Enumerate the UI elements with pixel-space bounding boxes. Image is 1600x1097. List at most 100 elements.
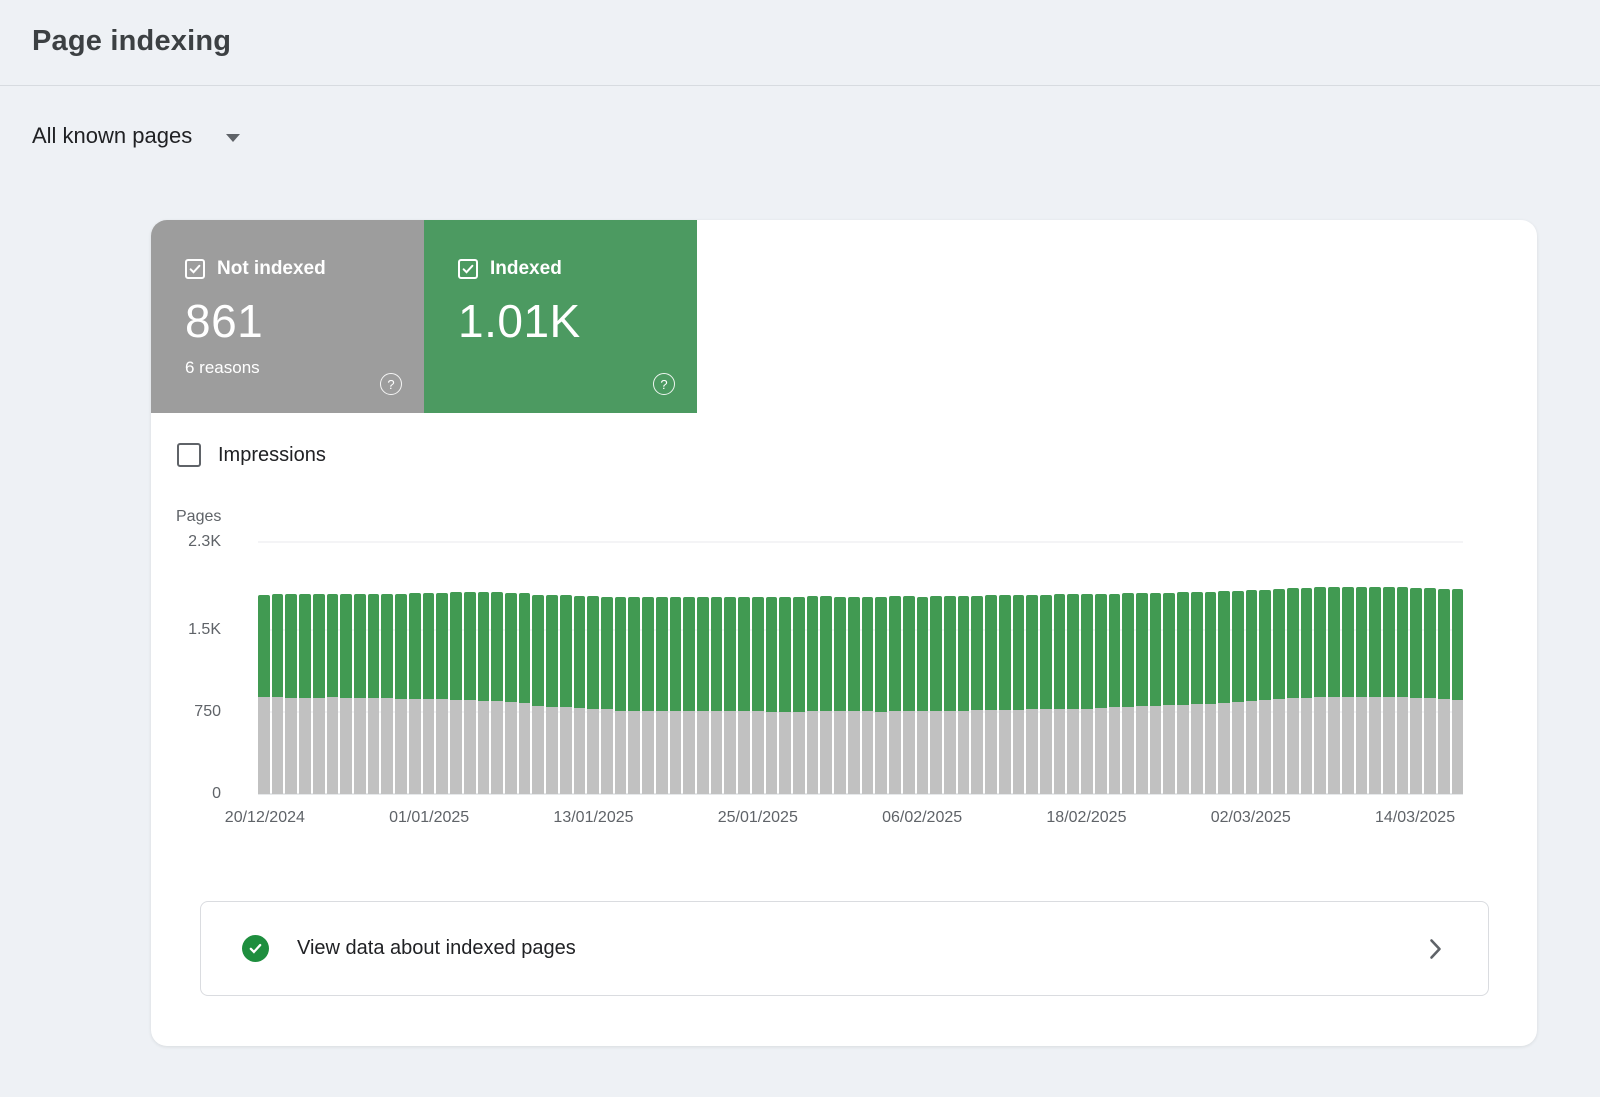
view-indexed-pages-button[interactable]: View data about indexed pages xyxy=(200,901,1489,996)
page-filter-dropdown[interactable]: All known pages xyxy=(32,123,240,149)
bar[interactable] xyxy=(642,542,654,794)
bar[interactable] xyxy=(601,542,613,794)
bar[interactable] xyxy=(1218,542,1230,794)
bar[interactable] xyxy=(889,542,901,794)
bar[interactable] xyxy=(1259,542,1271,794)
bar[interactable] xyxy=(1342,542,1354,794)
bar[interactable] xyxy=(1397,542,1409,794)
bar[interactable] xyxy=(1067,542,1079,794)
help-icon[interactable]: ? xyxy=(653,373,675,395)
bar[interactable] xyxy=(381,542,393,794)
bar[interactable] xyxy=(711,542,723,794)
bar[interactable] xyxy=(752,542,764,794)
bar[interactable] xyxy=(519,542,531,794)
bar[interactable] xyxy=(985,542,997,794)
bar[interactable] xyxy=(656,542,668,794)
bar[interactable] xyxy=(793,542,805,794)
bar[interactable] xyxy=(436,542,448,794)
bar[interactable] xyxy=(423,542,435,794)
bar[interactable] xyxy=(491,542,503,794)
bar[interactable] xyxy=(615,542,627,794)
y-tick-label: 1.5K xyxy=(188,621,221,639)
bar[interactable] xyxy=(724,542,736,794)
bar[interactable] xyxy=(848,542,860,794)
not-indexed-checkbox-icon[interactable] xyxy=(185,259,205,279)
bar[interactable] xyxy=(1424,542,1436,794)
bar[interactable] xyxy=(738,542,750,794)
bar[interactable] xyxy=(285,542,297,794)
bar[interactable] xyxy=(1109,542,1121,794)
bar[interactable] xyxy=(505,542,517,794)
bar[interactable] xyxy=(683,542,695,794)
bar[interactable] xyxy=(834,542,846,794)
bar[interactable] xyxy=(587,542,599,794)
bar[interactable] xyxy=(1040,542,1052,794)
bar[interactable] xyxy=(971,542,983,794)
bar[interactable] xyxy=(299,542,311,794)
bar[interactable] xyxy=(409,542,421,794)
bar[interactable] xyxy=(1205,542,1217,794)
bar[interactable] xyxy=(1136,542,1148,794)
impressions-checkbox[interactable] xyxy=(177,443,201,467)
bar[interactable] xyxy=(1383,542,1395,794)
bar[interactable] xyxy=(1301,542,1313,794)
bar[interactable] xyxy=(340,542,352,794)
bar[interactable] xyxy=(1081,542,1093,794)
tile-indexed[interactable]: Indexed 1.01K ? xyxy=(424,220,697,413)
bar[interactable] xyxy=(1452,542,1464,794)
x-tick-label: 20/12/2024 xyxy=(225,809,305,827)
bar[interactable] xyxy=(368,542,380,794)
bar[interactable] xyxy=(766,542,778,794)
bar[interactable] xyxy=(1026,542,1038,794)
footer-label: View data about indexed pages xyxy=(297,937,1429,960)
bar[interactable] xyxy=(875,542,887,794)
bar[interactable] xyxy=(1122,542,1134,794)
bar[interactable] xyxy=(478,542,490,794)
bar[interactable] xyxy=(1356,542,1368,794)
bar[interactable] xyxy=(807,542,819,794)
bar[interactable] xyxy=(258,542,270,794)
bar[interactable] xyxy=(1287,542,1299,794)
bar[interactable] xyxy=(272,542,284,794)
bar[interactable] xyxy=(1410,542,1422,794)
help-icon[interactable]: ? xyxy=(380,373,402,395)
bar[interactable] xyxy=(1095,542,1107,794)
bar[interactable] xyxy=(1191,542,1203,794)
indexed-checkbox-icon[interactable] xyxy=(458,259,478,279)
bar[interactable] xyxy=(1438,542,1450,794)
bar[interactable] xyxy=(999,542,1011,794)
bar[interactable] xyxy=(628,542,640,794)
bar[interactable] xyxy=(1314,542,1326,794)
bar[interactable] xyxy=(1177,542,1189,794)
bar[interactable] xyxy=(354,542,366,794)
bar[interactable] xyxy=(779,542,791,794)
bar[interactable] xyxy=(1369,542,1381,794)
bar[interactable] xyxy=(917,542,929,794)
bar[interactable] xyxy=(670,542,682,794)
bar[interactable] xyxy=(697,542,709,794)
bar[interactable] xyxy=(1054,542,1066,794)
bar[interactable] xyxy=(1246,542,1258,794)
bar[interactable] xyxy=(327,542,339,794)
bar[interactable] xyxy=(1232,542,1244,794)
bar[interactable] xyxy=(464,542,476,794)
bar[interactable] xyxy=(560,542,572,794)
bar[interactable] xyxy=(903,542,915,794)
bar[interactable] xyxy=(574,542,586,794)
bar[interactable] xyxy=(1150,542,1162,794)
bar[interactable] xyxy=(450,542,462,794)
bar[interactable] xyxy=(862,542,874,794)
bar[interactable] xyxy=(395,542,407,794)
bar[interactable] xyxy=(1013,542,1025,794)
bar[interactable] xyxy=(1273,542,1285,794)
bar[interactable] xyxy=(1163,542,1175,794)
bar[interactable] xyxy=(313,542,325,794)
bar[interactable] xyxy=(820,542,832,794)
bar[interactable] xyxy=(944,542,956,794)
bar[interactable] xyxy=(532,542,544,794)
bar[interactable] xyxy=(930,542,942,794)
tile-not-indexed[interactable]: Not indexed 861 6 reasons ? xyxy=(151,220,424,413)
bar[interactable] xyxy=(546,542,558,794)
bar[interactable] xyxy=(1328,542,1340,794)
bar[interactable] xyxy=(958,542,970,794)
